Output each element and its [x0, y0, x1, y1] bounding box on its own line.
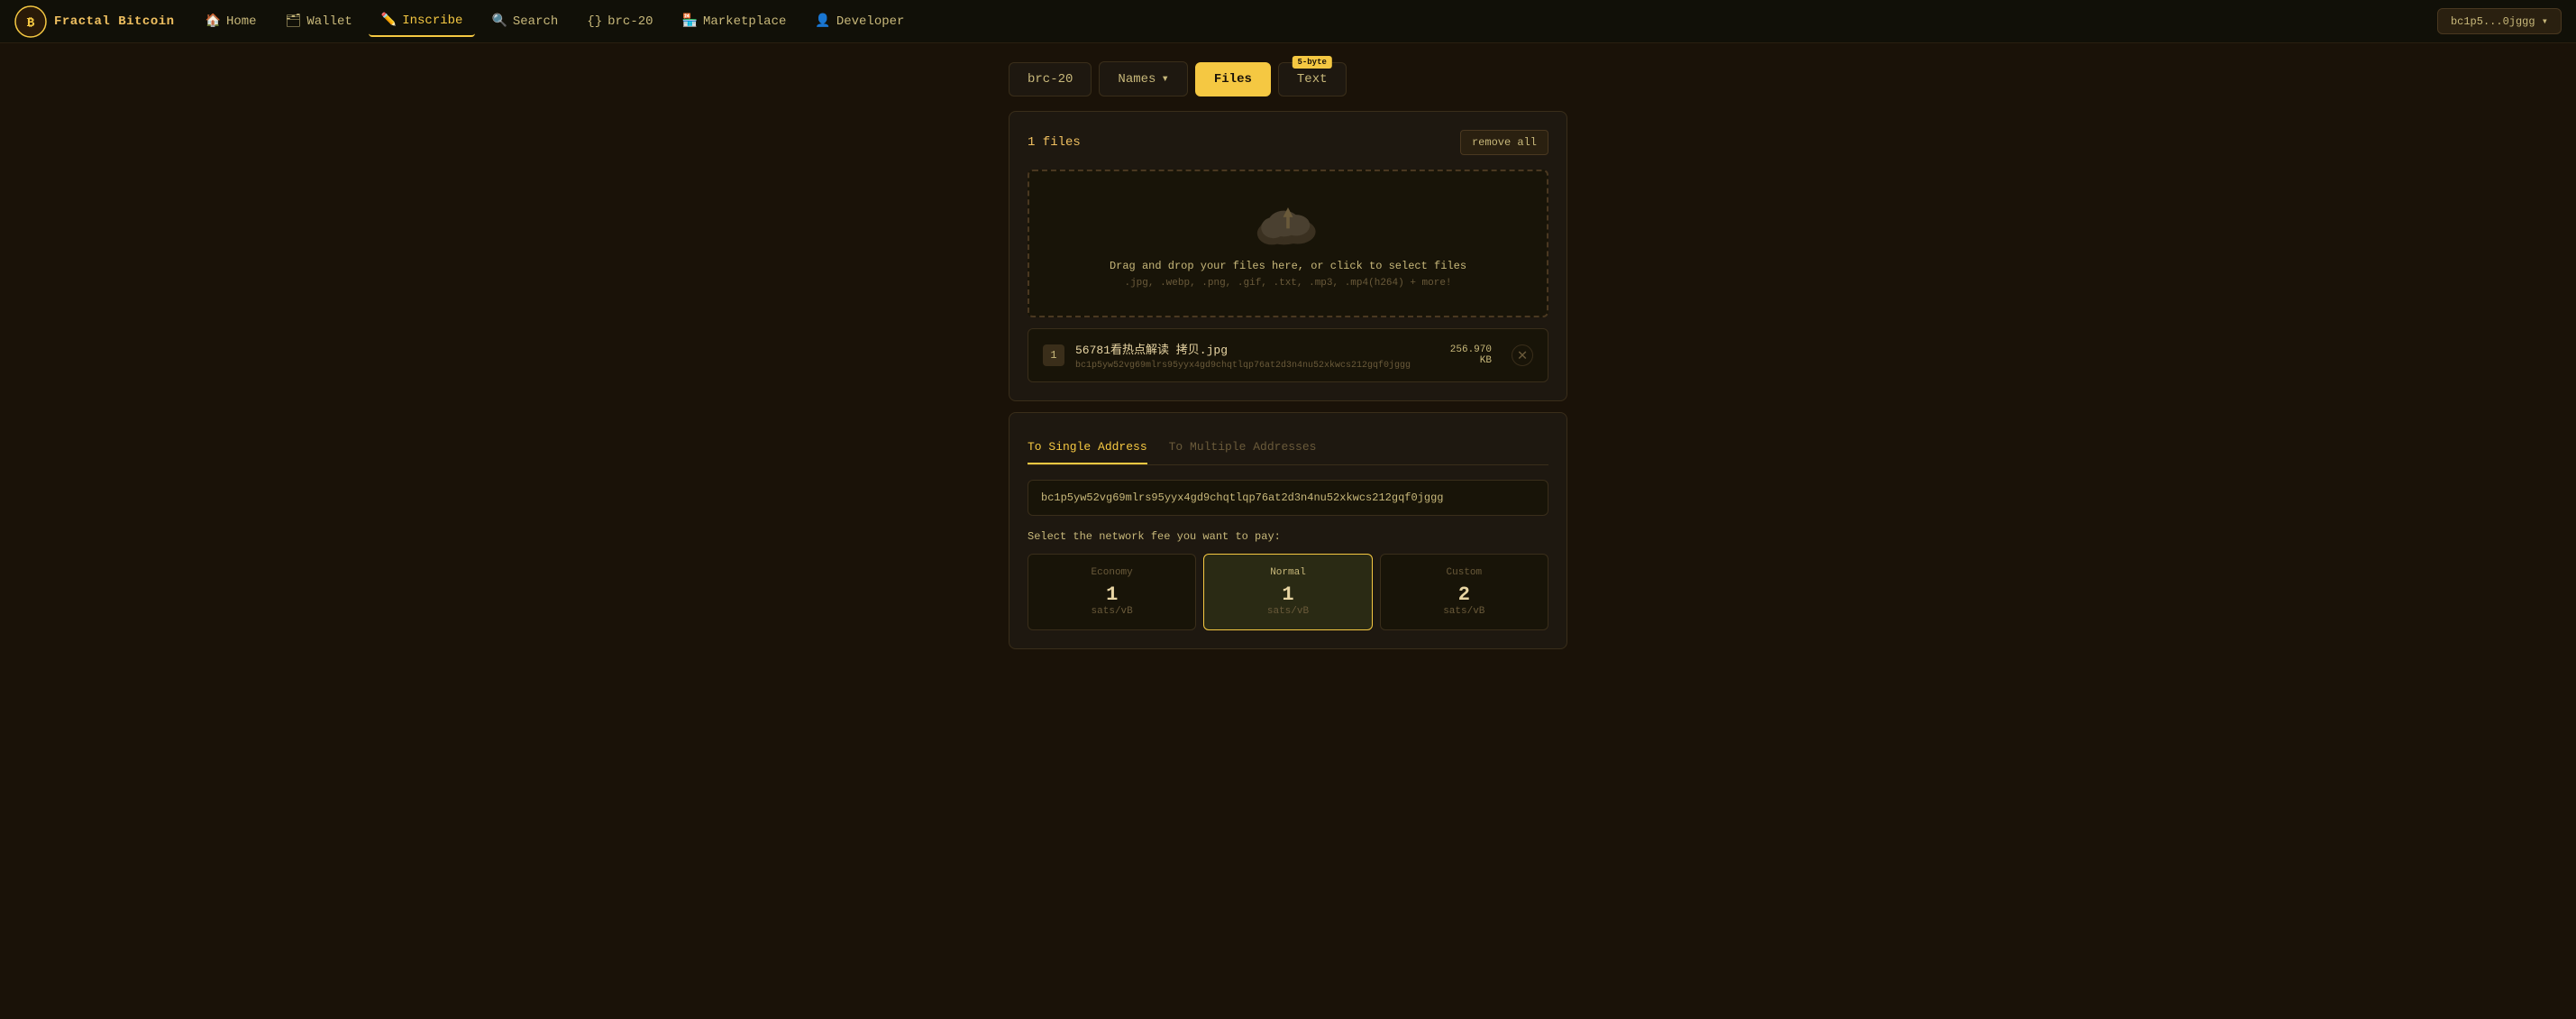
main-content: brc-20 Names ▾ Files 5-byte Text 1 files…: [0, 43, 2576, 678]
file-size: 256.970 KB: [1450, 344, 1492, 366]
file-info: 56781看热点解读 拷贝.jpg bc1p5yw52vg69mlrs95yyx…: [1075, 340, 1439, 371]
tab-multiple-addresses[interactable]: To Multiple Addresses: [1169, 431, 1317, 464]
fee-options: Economy 1 sats/vB Normal 1 sats/vB Custo…: [1028, 554, 1548, 630]
tab-text-badge: 5-byte: [1292, 56, 1331, 69]
svg-text:₿: ₿: [27, 16, 35, 31]
inscribe-container: brc-20 Names ▾ Files 5-byte Text 1 files…: [1009, 61, 1567, 660]
remove-all-button[interactable]: remove all: [1460, 130, 1548, 155]
fee-normal[interactable]: Normal 1 sats/vB: [1203, 554, 1372, 630]
fee-economy[interactable]: Economy 1 sats/vB: [1028, 554, 1196, 630]
fee-label: Select the network fee you want to pay:: [1028, 530, 1548, 543]
tab-single-address[interactable]: To Single Address: [1028, 431, 1147, 464]
dropzone[interactable]: Drag and drop your files here, or click …: [1028, 170, 1548, 317]
logo-icon: ₿: [14, 5, 47, 38]
file-address: bc1p5yw52vg69mlrs95yyx4gd9chqtlqp76at2d3…: [1075, 361, 1439, 371]
tab-names[interactable]: Names ▾: [1099, 61, 1187, 96]
brc20-icon: {}: [587, 14, 602, 29]
files-card: 1 files remove all: [1009, 111, 1567, 401]
chevron-down-icon: ▾: [1161, 71, 1168, 87]
nav-wallet[interactable]: 🗂 Wallet: [273, 6, 365, 36]
files-count: 1 files: [1028, 135, 1081, 150]
home-icon: 🏠: [206, 14, 221, 29]
nav-developer[interactable]: 👤 Developer: [802, 6, 917, 36]
logo[interactable]: ₿ Fractal Bitcoin: [14, 5, 175, 38]
dropzone-text: Drag and drop your files here, or click …: [1047, 260, 1529, 272]
search-icon: 🔍: [491, 14, 507, 29]
tab-bar: brc-20 Names ▾ Files 5-byte Text: [1009, 61, 1567, 96]
developer-icon: 👤: [815, 14, 830, 29]
nav-search[interactable]: 🔍 Search: [479, 6, 571, 36]
tab-brc20[interactable]: brc-20: [1009, 62, 1092, 96]
file-number: 1: [1043, 344, 1064, 366]
address-input[interactable]: [1028, 480, 1548, 516]
card-header: 1 files remove all: [1028, 130, 1548, 155]
file-item: 1 56781看热点解读 拷贝.jpg bc1p5yw52vg69mlrs95y…: [1028, 328, 1548, 382]
upload-icon: [1047, 198, 1529, 249]
nav-marketplace[interactable]: 🏪 Marketplace: [670, 6, 799, 36]
marketplace-icon: 🏪: [682, 14, 698, 29]
wallet-address-text: bc1p5...0jggg ▾: [2451, 14, 2548, 28]
file-remove-button[interactable]: ✕: [1512, 344, 1533, 366]
fee-custom[interactable]: Custom 2 sats/vB: [1380, 554, 1548, 630]
address-card: To Single Address To Multiple Addresses …: [1009, 412, 1567, 649]
wallet-address-button[interactable]: bc1p5...0jggg ▾: [2437, 8, 2562, 34]
nav-inscribe[interactable]: ✏️ Inscribe: [369, 5, 476, 37]
tab-files[interactable]: Files: [1195, 62, 1271, 96]
file-name: 56781看热点解读 拷贝.jpg: [1075, 340, 1439, 357]
logo-text: Fractal Bitcoin: [54, 14, 175, 29]
dropzone-formats: .jpg, .webp, .png, .gif, .txt, .mp3, .mp…: [1047, 278, 1529, 289]
nav-home[interactable]: 🏠 Home: [193, 6, 269, 36]
inscribe-icon: ✏️: [381, 13, 397, 28]
address-tabs: To Single Address To Multiple Addresses: [1028, 431, 1548, 465]
tab-text[interactable]: 5-byte Text: [1278, 62, 1347, 96]
nav-brc20[interactable]: {} brc-20: [574, 7, 665, 36]
wallet-icon: 🗂: [286, 14, 302, 29]
navbar: ₿ Fractal Bitcoin 🏠 Home 🗂 Wallet ✏️ Ins…: [0, 0, 2576, 43]
